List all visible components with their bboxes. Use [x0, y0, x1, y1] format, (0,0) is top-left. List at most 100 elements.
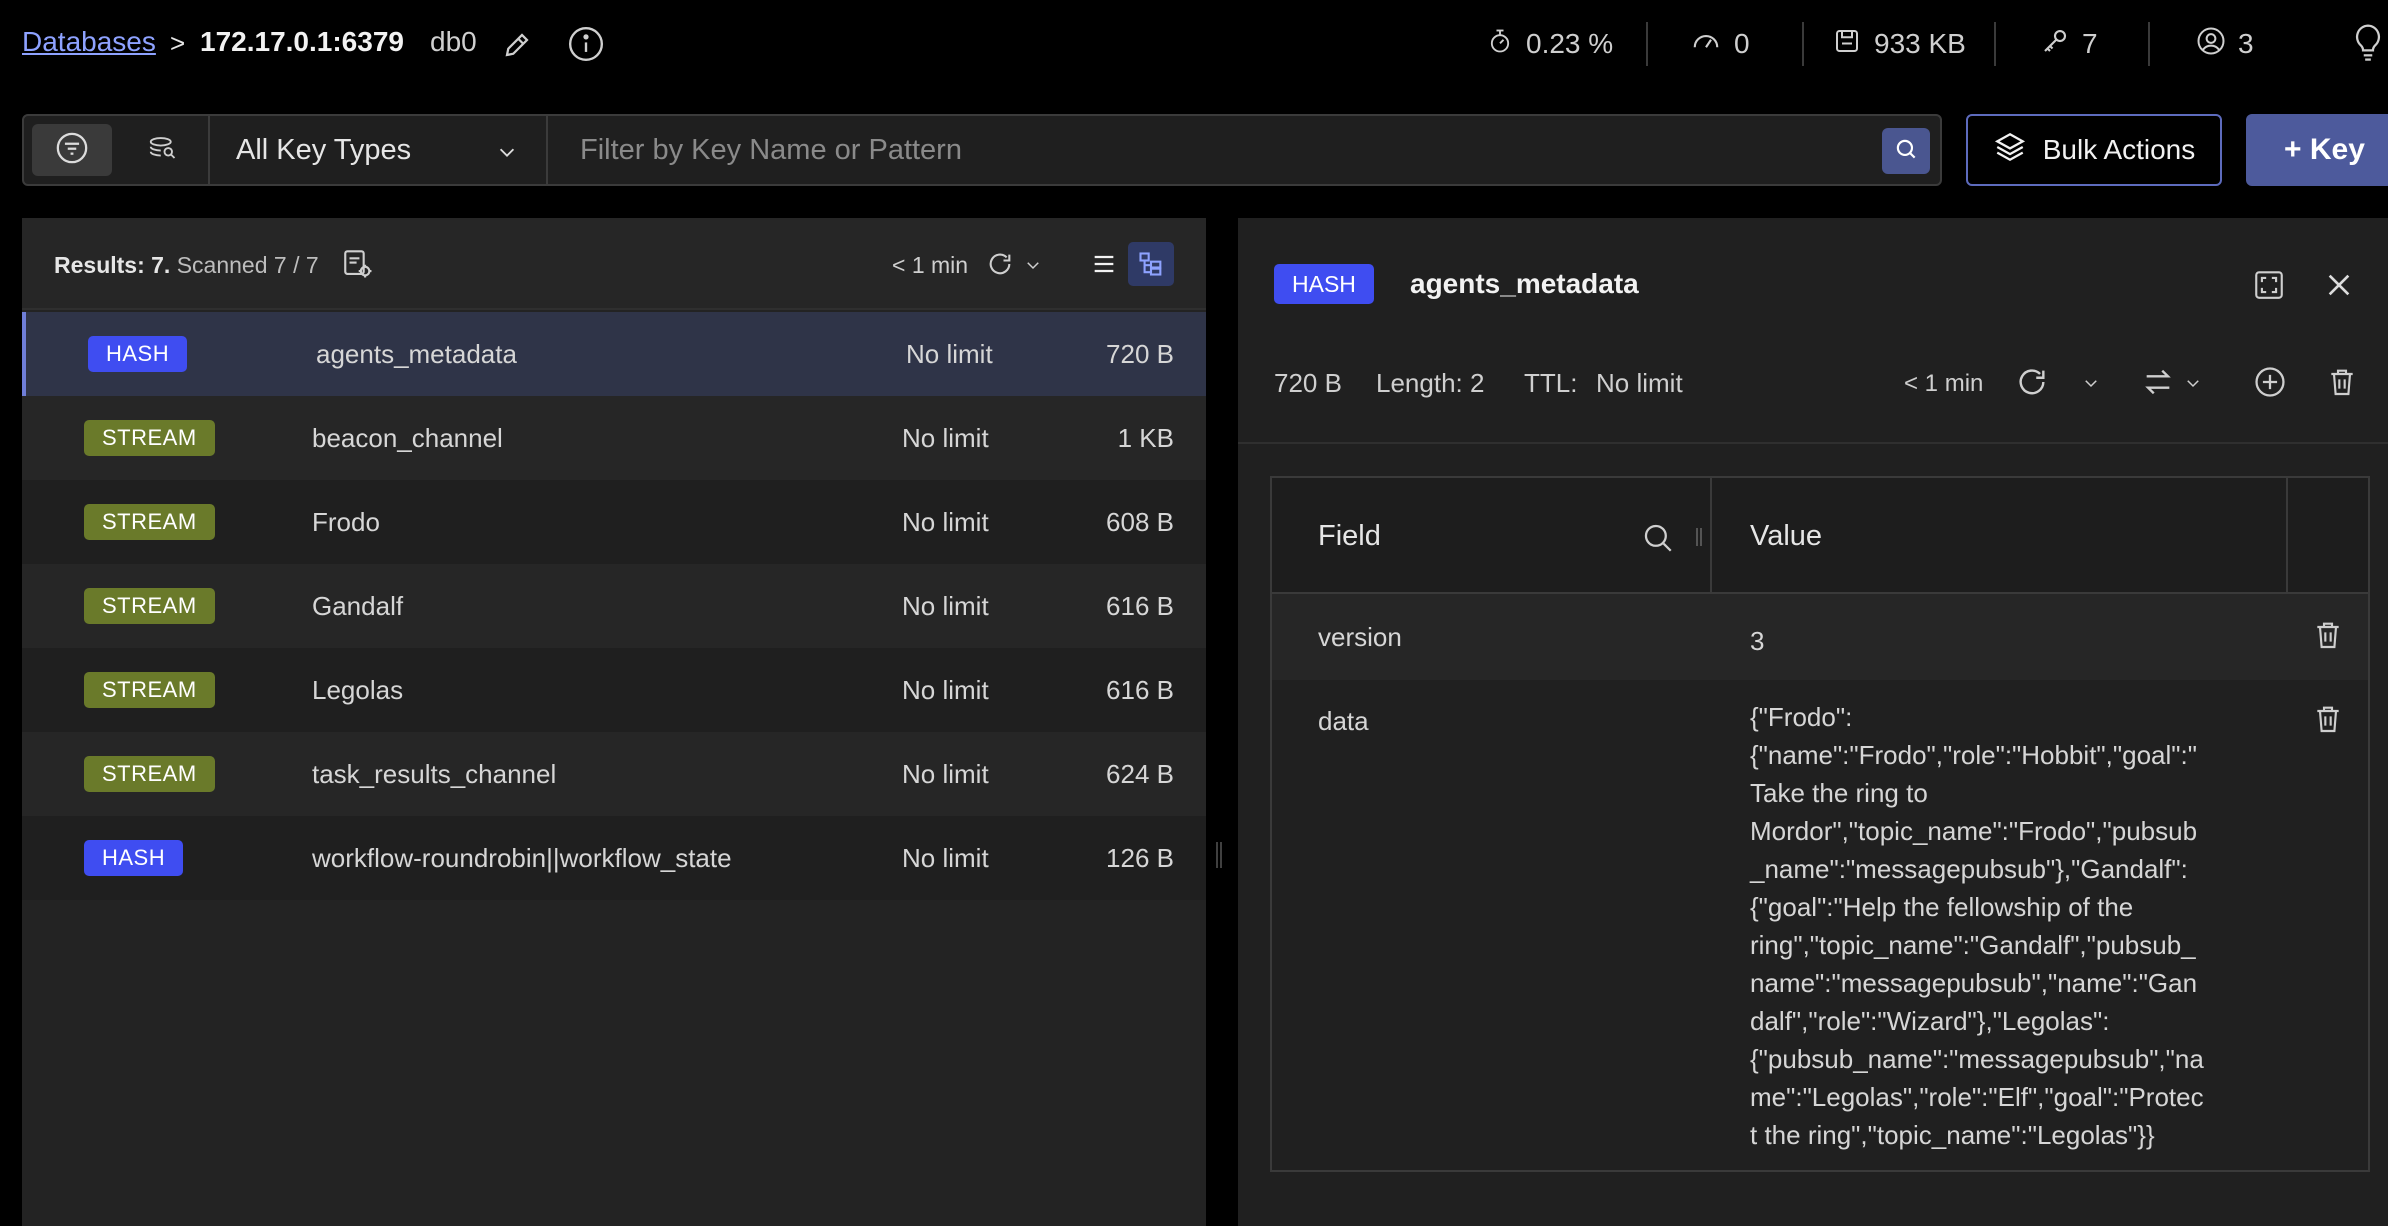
key-name: Frodo — [312, 506, 380, 537]
auto-refresh-chevron-icon[interactable] — [1022, 254, 1044, 276]
key-row[interactable]: STREAM Gandalf No limit 616 B — [22, 564, 1206, 648]
key-row[interactable]: STREAM Legolas No limit 616 B — [22, 648, 1206, 732]
key-name-title: agents_metadata — [1410, 268, 1639, 299]
key-name: beacon_channel — [312, 422, 503, 453]
ttl-label: TTL: — [1524, 368, 1578, 398]
filter-icon — [55, 131, 89, 170]
ttl-value[interactable]: No limit — [1596, 368, 1683, 399]
search-mode-toggle — [24, 116, 210, 184]
cpu-value: 0.23 % — [1526, 28, 1614, 59]
key-row[interactable]: HASH workflow-roundrobin||workflow_state… — [22, 816, 1206, 900]
key-type-badge: STREAM — [84, 420, 215, 456]
key-ttl: No limit — [902, 842, 989, 873]
key-ttl: No limit — [902, 506, 989, 537]
key-name: Legolas — [312, 674, 404, 705]
field-column-header: Field — [1318, 520, 1381, 552]
key-size: 616 B — [1106, 590, 1174, 621]
chevron-down-icon — [496, 138, 518, 171]
key-type-badge: STREAM — [84, 504, 215, 540]
key-size: 1 KB — [1117, 422, 1174, 453]
key-row[interactable]: STREAM beacon_channel No limit 1 KB — [22, 396, 1206, 480]
key-size: 720 B — [1106, 338, 1174, 369]
memory-value: 933 KB — [1874, 28, 1966, 59]
key-name: task_results_channel — [312, 758, 557, 789]
add-field-icon[interactable] — [2250, 362, 2290, 402]
key-type-badge: STREAM — [84, 588, 215, 624]
divider — [1646, 22, 1648, 66]
keys-stat: 7 — [2040, 24, 2098, 64]
last-refresh-time: < 1 min — [892, 252, 969, 278]
divider — [1994, 22, 1996, 66]
results-summary: Results: 7. Scanned 7 / 7 — [54, 252, 319, 279]
search-icon[interactable] — [1638, 518, 1678, 558]
field-value[interactable]: {"Frodo": {"name":"Frodo","role":"Hobbit… — [1750, 698, 2210, 1154]
column-resize-handle[interactable] — [1692, 524, 1706, 550]
panel-resize-handle[interactable] — [1214, 840, 1224, 870]
delete-field-icon[interactable] — [2312, 702, 2344, 741]
lightbulb-icon[interactable] — [2348, 20, 2388, 68]
format-switch-icon[interactable] — [2138, 362, 2178, 402]
field-value[interactable]: 3 — [1750, 622, 2210, 660]
key-type-value: All Key Types — [236, 133, 412, 166]
tree-view-icon[interactable] — [1128, 242, 1174, 286]
delete-field-icon[interactable] — [2312, 618, 2344, 657]
key-ttl: No limit — [902, 422, 989, 453]
key-row[interactable]: STREAM Frodo No limit 608 B — [22, 480, 1206, 564]
memory-stat: 933 KB — [1832, 24, 1966, 64]
key-row[interactable]: HASH agents_metadata No limit 720 B — [22, 312, 1206, 396]
format-chevron-icon[interactable] — [2182, 372, 2204, 394]
table-row[interactable]: data {"Frodo": {"name":"Frodo","role":"H… — [1272, 680, 2368, 1170]
table-row[interactable]: version 3 — [1272, 594, 2368, 680]
field-name: version — [1318, 622, 1402, 652]
key-size-value: 720 B — [1274, 368, 1342, 398]
key-type-badge: STREAM — [84, 756, 215, 792]
keys-value: 7 — [2082, 28, 2098, 59]
hash-fields-table: Field Value version 3 data {"Frodo": {"n… — [1270, 476, 2370, 1172]
breadcrumb-databases-link[interactable]: Databases — [22, 26, 156, 58]
value-column-header: Value — [1750, 520, 1823, 552]
close-icon[interactable] — [2320, 266, 2358, 304]
top-bar: Databases > 172.17.0.1:6379 db0 0.23 % 0… — [0, 0, 2388, 88]
key-list-panel: Results: 7. Scanned 7 / 7 < 1 min HASH a… — [22, 218, 1206, 1226]
user-circle-icon — [2196, 26, 2226, 63]
key-ttl: No limit — [902, 674, 989, 705]
fullscreen-icon[interactable] — [2250, 266, 2288, 304]
cpu-icon — [1486, 26, 1514, 63]
key-ttl: No limit — [902, 590, 989, 621]
field-name: data — [1318, 706, 1369, 736]
breadcrumb-db-name: db0 — [430, 26, 477, 57]
key-search-input[interactable] — [550, 116, 1870, 184]
auto-refresh-chevron-icon[interactable] — [2080, 372, 2102, 394]
table-header: Field Value — [1272, 478, 2368, 594]
key-length-value: Length: 2 — [1376, 368, 1485, 398]
memory-icon — [1832, 26, 1862, 63]
key-details-header: HASH agents_metadata 720 B Length: 2 TTL… — [1238, 218, 2388, 444]
key-size: 608 B — [1106, 506, 1174, 537]
clients-stat: 3 — [2196, 24, 2254, 64]
key-type-select[interactable]: All Key Types — [210, 116, 548, 184]
gauge-icon — [1690, 26, 1722, 63]
ops-value: 0 — [1734, 28, 1750, 59]
info-icon[interactable] — [566, 24, 606, 64]
layers-search-icon — [145, 133, 179, 168]
refresh-icon[interactable] — [984, 248, 1016, 280]
bulk-actions-button[interactable]: Bulk Actions — [1966, 114, 2222, 186]
filter-mode-button[interactable] — [32, 124, 112, 176]
list-view-icon[interactable] — [1082, 242, 1126, 286]
bulk-actions-label: Bulk Actions — [2042, 134, 2196, 165]
key-ttl: No limit — [906, 338, 993, 369]
edit-pencil-icon[interactable] — [500, 28, 534, 62]
key-type-badge: HASH — [1274, 264, 1374, 304]
key-type-badge: STREAM — [84, 672, 215, 708]
key-row[interactable]: STREAM task_results_channel No limit 624… — [22, 732, 1206, 816]
vector-search-mode-button[interactable] — [122, 124, 202, 176]
key-type-badge: HASH — [88, 336, 188, 372]
search-button[interactable] — [1882, 128, 1930, 174]
divider — [1802, 22, 1804, 66]
results-count: Results: 7. — [54, 252, 171, 278]
refresh-icon[interactable] — [2012, 362, 2052, 402]
add-key-button[interactable]: + Key — [2246, 114, 2388, 186]
key-name: agents_metadata — [316, 338, 517, 369]
scan-settings-icon[interactable] — [340, 246, 376, 282]
delete-key-icon[interactable] — [2322, 362, 2362, 402]
